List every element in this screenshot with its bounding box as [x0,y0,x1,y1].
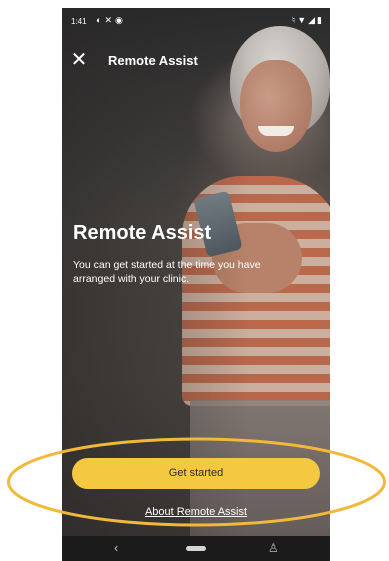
x-icon: ✕ [104,15,115,25]
status-left-icons: ◐✕◉ [96,15,126,26]
hero-description: You can get started at the time you have… [73,259,261,285]
hero-title: Remote Assist [73,222,212,244]
phone-screen: 1:41 ◐✕◉ ♮▼◢▮ ✕ Remote Assist Remote Ass… [62,8,330,561]
battery-icon: ▮ [317,15,324,25]
get-started-button[interactable]: Get started [72,458,320,489]
status-time: 1:41 [71,17,87,26]
navigation-bar: ‹ ♙ [62,536,330,561]
signal-icon: ◢ [308,15,318,25]
wifi-icon: ▼ [297,15,309,25]
accessibility-icon[interactable]: ♙ [268,541,279,555]
back-icon[interactable]: ‹ [114,540,118,555]
status-bar: 1:41 ◐✕◉ ♮▼◢▮ [62,8,330,34]
about-remote-assist-link[interactable]: About Remote Assist [62,506,330,518]
status-right-icons: ♮▼◢▮ [292,15,324,26]
close-icon[interactable]: ✕ [69,50,89,70]
header-title: Remote Assist [108,53,198,68]
clock-icon: ◉ [114,15,126,25]
home-pill-icon[interactable] [186,546,206,551]
